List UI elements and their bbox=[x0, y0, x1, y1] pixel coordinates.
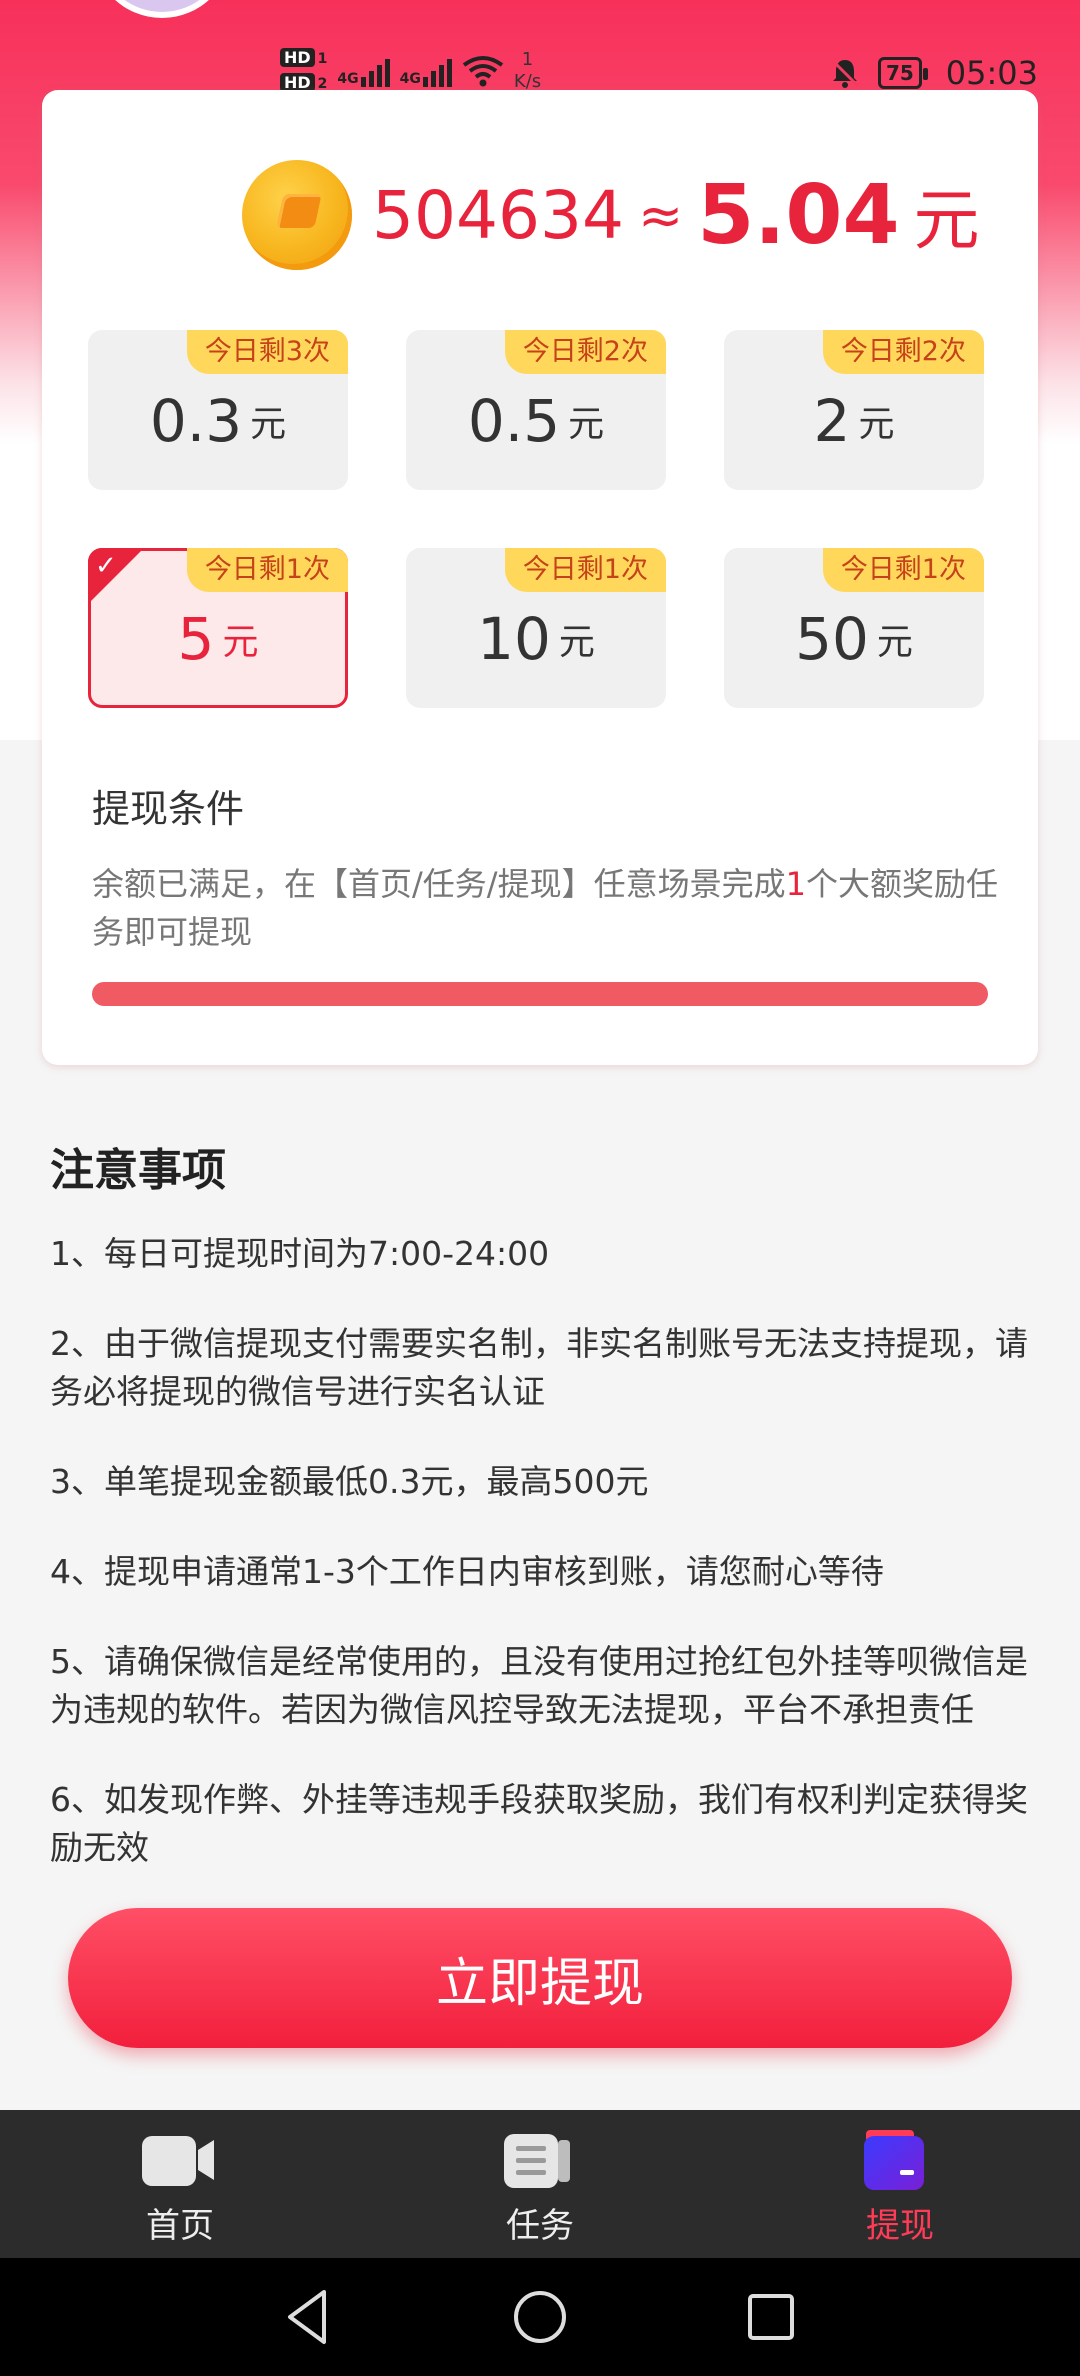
amount-option-0.5[interactable]: 今日剩2次 0.5 元 bbox=[406, 330, 666, 490]
option-value: 0.5 bbox=[467, 387, 561, 455]
wallet-icon bbox=[864, 2130, 924, 2190]
option-value: 10 bbox=[477, 605, 551, 673]
notes-title: 注意事项 bbox=[50, 1145, 226, 1196]
conditions-highlight: 1 bbox=[785, 865, 806, 903]
conditions-text: 余额已满足，在【首页/任务/提现】任意场景完成1个大额奖励任务即可提现 bbox=[92, 860, 1002, 956]
remaining-badge: 今日剩2次 bbox=[504, 330, 666, 374]
home-icon[interactable] bbox=[509, 2286, 571, 2348]
coin-balance: 504634 bbox=[372, 176, 624, 254]
back-icon[interactable] bbox=[278, 2286, 340, 2348]
recents-icon[interactable] bbox=[740, 2286, 802, 2348]
conditions-text-before: 余额已满足，在【首页/任务/提现】任意场景完成 bbox=[92, 865, 786, 903]
wifi-icon bbox=[462, 56, 504, 87]
tab-label: 首页 bbox=[146, 2206, 214, 2246]
amount-option-2[interactable]: 今日剩2次 2元 bbox=[724, 330, 984, 490]
remaining-badge: 今日剩1次 bbox=[186, 548, 348, 592]
cash-unit: 元 bbox=[913, 182, 980, 259]
conditions-title: 提现条件 bbox=[92, 787, 245, 831]
option-unit: 元 bbox=[876, 622, 913, 663]
remaining-badge: 今日剩1次 bbox=[504, 548, 666, 592]
option-unit: 元 bbox=[558, 622, 595, 663]
option-unit: 元 bbox=[858, 404, 895, 445]
option-unit: 元 bbox=[568, 404, 605, 445]
battery-icon: 75 bbox=[877, 57, 928, 89]
approx-sign: ≈ bbox=[637, 183, 684, 247]
remaining-badge: 今日剩2次 bbox=[822, 330, 984, 374]
signal-icon: 4G bbox=[400, 55, 452, 87]
tab-home[interactable]: 首页 bbox=[0, 2110, 360, 2258]
remaining-badge: 今日剩3次 bbox=[186, 330, 348, 374]
notes-list: 1、每日可提现时间为7:00-24:00 2、由于微信提现支付需要实名制，非实名… bbox=[50, 1230, 1030, 1914]
withdraw-now-button[interactable]: 立即提现 bbox=[68, 1908, 1012, 2048]
note-item: 6、如发现作弊、外挂等违规手段获取奖励，我们有权利判定获得奖励无效 bbox=[50, 1780, 1028, 1867]
system-nav-bar bbox=[0, 2258, 1080, 2376]
option-unit: 元 bbox=[250, 404, 287, 445]
network-speed: 1 K/s bbox=[513, 49, 542, 92]
signal-icon: 4G bbox=[337, 55, 390, 87]
amount-option-5[interactable]: ✓ 今日剩1次 5元 bbox=[88, 548, 348, 708]
clock: 05:03 bbox=[945, 54, 1038, 92]
option-value: 2 bbox=[813, 387, 851, 455]
tab-label: 任务 bbox=[506, 2206, 574, 2246]
note-item: 5、请确保微信是经常使用的，且没有使用过抢红包外挂等呗微信是为违规的软件。若因为… bbox=[50, 1642, 1028, 1729]
amount-option-0.3[interactable]: 今日剩3次 0.3 元 bbox=[88, 330, 348, 490]
conditions-progress-bar bbox=[92, 982, 988, 1006]
bell-muted-icon bbox=[830, 58, 859, 88]
option-unit: 元 bbox=[222, 622, 259, 663]
option-value: 50 bbox=[795, 605, 869, 673]
checkmark-icon: ✓ bbox=[95, 551, 117, 581]
withdraw-card: 504634 ≈ 5.04 元 今日剩3次 0.3 元 今日剩2次 0.5 元 今日… bbox=[42, 90, 1038, 1065]
option-value: 5 bbox=[177, 605, 215, 673]
tab-label: 提现 bbox=[866, 2206, 934, 2246]
note-item: 2、由于微信提现支付需要实名制，非实名制账号无法支持提现，请务必将提现的微信号进… bbox=[50, 1324, 1028, 1411]
tab-tasks[interactable]: 任务 bbox=[360, 2110, 720, 2258]
note-item: 3、单笔提现金额最低0.3元，最高500元 bbox=[50, 1462, 649, 1501]
amount-option-10[interactable]: 今日剩1次 10 元 bbox=[406, 548, 666, 708]
task-list-icon bbox=[504, 2134, 570, 2188]
hd-indicator: HD 1 HD 2 bbox=[280, 46, 327, 96]
note-item: 1、每日可提现时间为7:00-24:00 bbox=[50, 1234, 550, 1273]
note-item: 4、提现申请通常1-3个工作日内审核到账，请您耐心等待 bbox=[50, 1552, 884, 1591]
remaining-badge: 今日剩1次 bbox=[822, 548, 984, 592]
bottom-tab-bar: 首页 任务 提现 bbox=[0, 2110, 1080, 2258]
coin-icon bbox=[242, 160, 352, 270]
balance-row: 504634 ≈ 5.04 元 bbox=[242, 150, 980, 280]
video-icon bbox=[142, 2136, 214, 2186]
cash-balance: 5.04 bbox=[697, 167, 900, 263]
tab-withdraw[interactable]: 提现 bbox=[720, 2110, 1080, 2258]
amount-option-50[interactable]: 今日剩1次 50 元 bbox=[724, 548, 984, 708]
option-value: 0.3 bbox=[149, 387, 243, 455]
